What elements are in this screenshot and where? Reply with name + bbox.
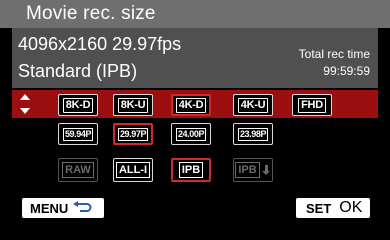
size-option-8k-d[interactable]: 8K-D — [58, 94, 98, 116]
quality-text: Standard (IPB) — [18, 61, 138, 81]
fps-option-label: 24.00P — [175, 127, 207, 141]
compression-option-label: IPB — [178, 162, 204, 178]
fps-option-59-94p[interactable]: 59.94P — [58, 123, 98, 145]
compression-option-raw[interactable]: RAW — [58, 158, 98, 182]
up-arrow-icon — [20, 94, 30, 100]
rec-time-value: 99:59:59 — [323, 64, 370, 78]
size-option-fhd[interactable]: FHD — [292, 94, 332, 116]
compression-option-ipb[interactable]: IPB — [171, 158, 211, 182]
compression-option-label: IPB — [235, 162, 260, 178]
fps-option-label: 29.97P — [117, 127, 149, 141]
size-option-label: 8K-D — [62, 97, 94, 113]
download-arrow-icon — [261, 164, 271, 176]
menu-back-button[interactable]: MENU — [22, 198, 104, 218]
rec-time-label: Total rec time — [298, 47, 370, 61]
movie-rec-size-screen: Movie rec. size 4096x2160 29.97fps Stand… — [0, 0, 390, 220]
size-option-label: 4K-D — [175, 97, 207, 113]
size-option-4k-d[interactable]: 4K-D — [171, 94, 211, 116]
compression-option-label: RAW — [62, 162, 94, 178]
set-ok-button[interactable]: SET OK — [296, 198, 370, 218]
ok-label: OK — [339, 199, 363, 216]
down-arrow-icon — [20, 108, 30, 114]
return-arrow-icon — [73, 201, 92, 212]
compression-option-all-i[interactable]: ALL-I — [113, 158, 153, 182]
size-option-label: 4K-U — [237, 97, 269, 113]
fps-option-label: 23.98P — [237, 127, 269, 141]
up-down-arrows-icon — [20, 93, 30, 115]
compression-option-label: ALL-I — [115, 162, 151, 178]
menu-button-label: MENU — [30, 200, 69, 216]
info-panel: 4096x2160 29.97fps Standard (IPB) Total … — [12, 28, 378, 88]
compression-option-ipb-light[interactable]: IPB — [233, 158, 273, 182]
fps-option-29-97p[interactable]: 29.97P — [113, 123, 153, 145]
title-bar: Movie rec. size — [0, 0, 390, 28]
fps-option-23-98p[interactable]: 23.98P — [233, 123, 273, 145]
size-option-8k-u[interactable]: 8K-U — [113, 94, 153, 116]
fps-option-label: 59.94P — [62, 127, 94, 141]
size-option-label: FHD — [298, 97, 326, 113]
set-button-label: SET — [306, 200, 332, 216]
page-title: Movie rec. size — [26, 3, 156, 24]
fps-option-24-00p[interactable]: 24.00P — [171, 123, 211, 145]
resolution-text: 4096x2160 29.97fps — [18, 34, 182, 54]
size-option-label: 8K-U — [117, 97, 149, 113]
size-option-4k-u[interactable]: 4K-U — [233, 94, 273, 116]
